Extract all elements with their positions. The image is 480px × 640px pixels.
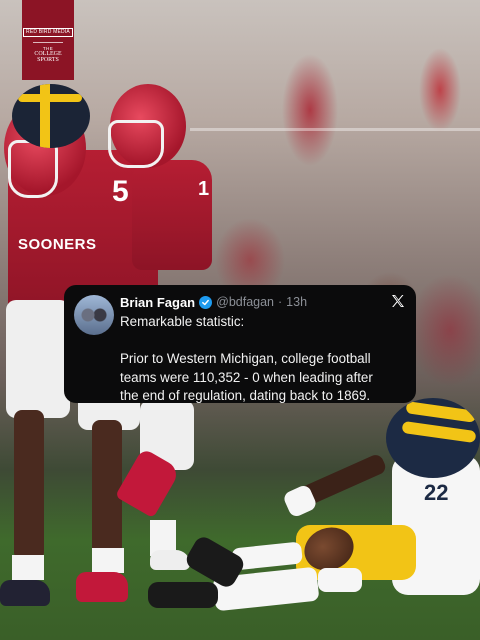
tweet-timestamp[interactable]: 13h <box>286 295 307 309</box>
tweet-line: Remarkable statistic: <box>120 314 245 329</box>
tweet-header: Brian Fagan @bdfagan · 13h <box>120 293 307 311</box>
tweet-text: Remarkable statistic: Prior to Western M… <box>120 313 404 406</box>
logo-top-text: RED BIRD MEDIA <box>23 28 73 37</box>
brand-logo: RED BIRD MEDIA THE COLLEGE SPORTS <box>22 0 74 80</box>
tweet-card[interactable]: Brian Fagan @bdfagan · 13h Remarkable st… <box>64 285 416 403</box>
tweet-line: Prior to Western Michigan, college footb… <box>120 351 371 366</box>
avatar[interactable] <box>74 295 114 335</box>
author-name[interactable]: Brian Fagan <box>120 295 195 310</box>
opponent-shoe-left <box>148 582 218 608</box>
post-image: 5 SOONERS 1 22 RED BIRD MEDIA THE COLLEG… <box>0 0 480 640</box>
verified-badge-icon <box>199 295 213 309</box>
tweet-paragraph-gap <box>120 332 404 351</box>
opponent-helmet <box>386 398 480 478</box>
x-logo-icon[interactable] <box>390 293 406 309</box>
logo-text-sports: SPORTS <box>37 57 59 63</box>
tweet-line: teams were 110,352 - 0 when leading afte… <box>120 369 373 385</box>
author-handle[interactable]: @bdfagan <box>216 295 274 309</box>
logo-divider <box>33 42 63 43</box>
tweet-line: the end of regulation, dating back to 18… <box>120 388 371 403</box>
opponent-hand-glove <box>318 568 362 592</box>
opponent-jersey-number: 22 <box>424 480 449 505</box>
header-separator: · <box>278 295 283 309</box>
